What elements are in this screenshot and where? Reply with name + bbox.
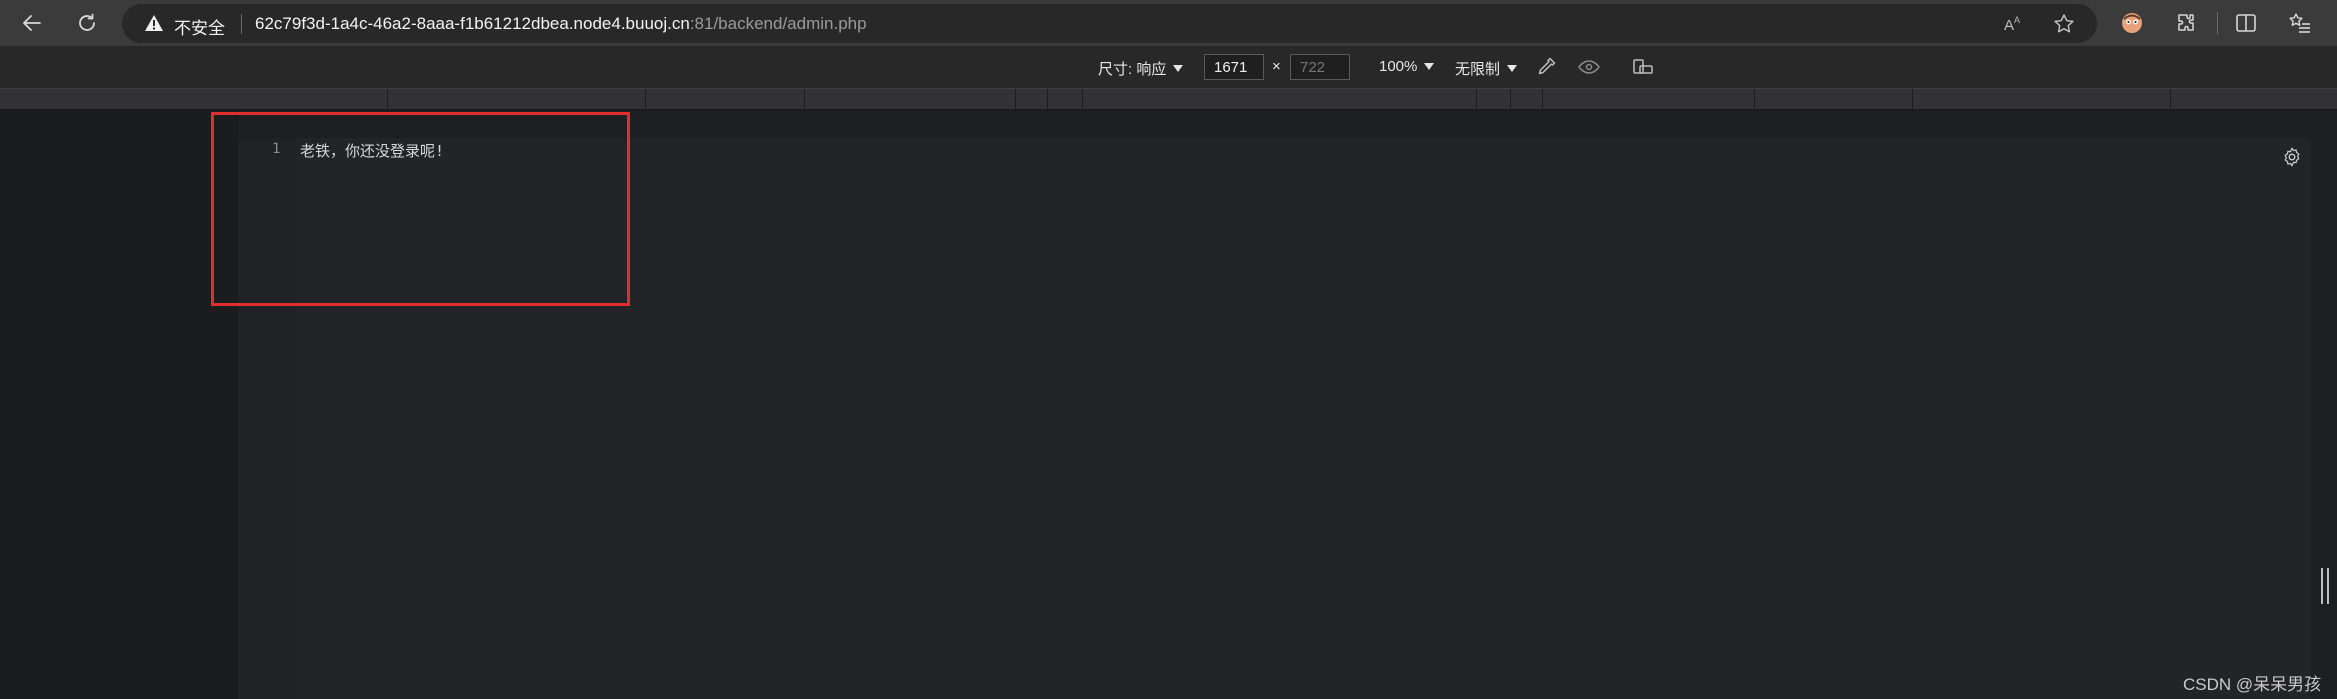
eye-icon[interactable]	[1577, 55, 1601, 79]
extensions-button[interactable]	[2172, 9, 2200, 37]
ruler-tick	[1912, 89, 1913, 111]
ruler-tick	[1476, 89, 1477, 111]
profile-avatar-icon	[2122, 13, 2142, 33]
ruler-tick	[804, 89, 805, 111]
highlight-annotation	[211, 112, 630, 306]
dimensions-dropdown[interactable]: 尺寸: 响应	[1098, 58, 1184, 79]
caret-down-icon	[1507, 65, 1518, 72]
times-sign: ×	[1272, 58, 1281, 75]
eyedropper-icon[interactable]	[1534, 55, 1558, 79]
caret-down-icon	[1173, 65, 1184, 72]
caret-down-icon	[1424, 63, 1435, 70]
url-host: 62c79f3d-1a4c-46a2-8aaa-f1b61212dbea.nod…	[255, 14, 690, 33]
extensions-icon	[2178, 14, 2194, 31]
width-input[interactable]	[1204, 54, 1264, 80]
reload-button[interactable]	[69, 6, 105, 40]
favorite-star-icon[interactable]	[2052, 12, 2076, 36]
throttling-label: 无限制	[1455, 61, 1501, 78]
resize-handle[interactable]	[2321, 568, 2329, 604]
zoom-label: 100%	[1379, 58, 1418, 75]
zoom-dropdown[interactable]: 100%	[1379, 58, 1435, 75]
svg-text:A: A	[2014, 15, 2020, 25]
split-screen-button[interactable]	[2232, 9, 2260, 37]
ruler-tick	[1047, 89, 1048, 111]
media-query-ruler[interactable]	[0, 88, 2337, 111]
url-path: :81/backend/admin.php	[689, 14, 867, 33]
ruler-tick	[387, 89, 388, 111]
back-button[interactable]	[14, 6, 50, 40]
favorites-list-icon	[2289, 13, 2310, 33]
ruler-tick	[1754, 89, 1755, 111]
security-status-label[interactable]: 不安全	[174, 14, 225, 39]
device-toolbar: 尺寸: 响应 × 100% 无限制	[0, 46, 2337, 88]
reload-icon	[79, 13, 95, 31]
split-screen-icon	[2236, 14, 2256, 32]
device-rotate-icon[interactable]	[1631, 55, 1655, 79]
back-arrow-icon	[23, 15, 41, 31]
url-text[interactable]: 62c79f3d-1a4c-46a2-8aaa-f1b61212dbea.nod…	[255, 14, 867, 34]
read-aloud-icon[interactable]: A A	[2002, 12, 2026, 36]
dimensions-label: 尺寸: 响应	[1098, 61, 1167, 78]
toolbar-divider	[2217, 12, 2218, 34]
throttling-dropdown[interactable]: 无限制	[1455, 58, 1518, 79]
ruler-tick	[2170, 89, 2171, 111]
address-divider	[241, 14, 242, 34]
svg-text:A: A	[2004, 17, 2014, 34]
warning-icon[interactable]	[144, 14, 164, 32]
ruler-tick	[1082, 89, 1083, 111]
settings-gear-icon[interactable]	[2281, 146, 2303, 168]
ruler-tick	[1510, 89, 1511, 111]
ruler-tick	[645, 89, 646, 111]
ruler-tick	[1015, 89, 1016, 111]
viewport-margin	[0, 110, 238, 699]
watermark: CSDN @呆呆男孩	[2183, 675, 2322, 694]
ruler-tick	[1542, 89, 1543, 111]
favorites-button[interactable]	[2286, 9, 2314, 37]
height-input[interactable]	[1290, 54, 1350, 80]
profile-button[interactable]	[2118, 9, 2146, 37]
browser-toolbar: 不安全 62c79f3d-1a4c-46a2-8aaa-f1b61212dbea…	[0, 0, 2337, 46]
address-bar[interactable]: 不安全 62c79f3d-1a4c-46a2-8aaa-f1b61212dbea…	[122, 4, 2097, 43]
